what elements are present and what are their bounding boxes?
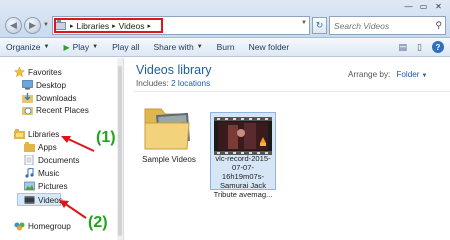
burn-button[interactable]: Burn xyxy=(217,42,235,52)
apps-icon xyxy=(24,142,35,152)
search-input[interactable] xyxy=(330,17,430,34)
command-bar: Organize ▼ ▶ Play ▼ Play all Share with ▼ Bu… xyxy=(0,38,450,57)
maximize-icon[interactable]: ▭ xyxy=(418,2,429,11)
chevron-down-icon: ▼ xyxy=(43,44,50,50)
music-icon xyxy=(25,168,34,178)
nav-scrollbar[interactable] xyxy=(117,58,123,240)
address-dropdown-icon[interactable]: ▼ xyxy=(301,20,307,26)
annotation-red-box xyxy=(54,18,163,33)
organize-label: Organize xyxy=(6,42,41,52)
video-thumbnail-icon xyxy=(214,117,272,155)
nav-item-libraries[interactable]: Libraries xyxy=(14,128,59,140)
back-button[interactable]: ◀ xyxy=(5,17,22,34)
search-box[interactable]: ⚲ xyxy=(329,16,446,35)
header-divider xyxy=(134,91,450,92)
play-label: Play xyxy=(72,42,90,52)
nav-item-desktop[interactable]: Desktop xyxy=(22,79,66,91)
nav-item-music[interactable]: Music xyxy=(24,167,59,179)
chevron-down-icon[interactable]: ▼ xyxy=(422,73,428,79)
nav-label: Music xyxy=(38,168,60,178)
nav-label: Downloads xyxy=(36,93,77,103)
star-icon xyxy=(14,67,25,77)
address-bar[interactable]: ▸ Libraries ▸ Videos ▸ ▼ xyxy=(52,16,310,35)
view-controls: ▤ ▯ ? xyxy=(399,41,444,53)
help-icon[interactable]: ? xyxy=(432,41,444,53)
view-options-icon[interactable]: ▤ xyxy=(399,42,408,53)
item-label: vlc-record-2015-07-07-16h19m07s-Samurai … xyxy=(213,154,273,199)
nav-label: Documents xyxy=(38,155,80,165)
nav-label: Libraries xyxy=(28,129,60,139)
organize-button[interactable]: Organize ▼ xyxy=(6,42,49,52)
homegroup-icon xyxy=(14,222,25,231)
title-bar: — ▭ ✕ ◀ ▶ ▼ ▸ Libraries ▸ Videos ▸ ▼ ↻ ⚲ xyxy=(0,0,450,38)
refresh-button[interactable]: ↻ xyxy=(312,17,327,34)
new-folder-button[interactable]: New folder xyxy=(249,42,290,52)
nav-label: Recent Places xyxy=(36,105,89,115)
includes-label: Includes: xyxy=(136,79,169,88)
window-controls: — ▭ ✕ xyxy=(403,2,444,11)
arrange-label: Arrange by: xyxy=(348,70,391,79)
nav-item-pictures[interactable]: Pictures xyxy=(24,180,68,192)
nav-item-downloads[interactable]: Downloads xyxy=(22,92,77,104)
nav-item-homegroup[interactable]: Homegroup xyxy=(14,220,71,232)
nav-scroll-thumb[interactable] xyxy=(118,66,122,236)
nav-item-favorites[interactable]: Favorites xyxy=(14,66,62,78)
nav-label: Favorites xyxy=(28,67,62,77)
pictures-icon xyxy=(24,181,35,191)
desktop-icon xyxy=(22,80,33,90)
nav-label: Desktop xyxy=(36,80,67,90)
chevron-down-icon: ▼ xyxy=(196,44,203,50)
play-all-label: Play all xyxy=(112,42,140,52)
annotation-arrow-2 xyxy=(59,200,87,219)
nav-label: Homegroup xyxy=(28,221,71,231)
videos-icon xyxy=(24,196,35,204)
locations-link[interactable]: 2 locations xyxy=(171,79,210,88)
new-folder-label: New folder xyxy=(248,42,290,52)
arrange-by: Arrange by: Folder ▼ xyxy=(348,70,428,79)
nav-label: Apps xyxy=(38,142,57,152)
downloads-icon xyxy=(22,93,33,103)
chevron-down-icon: ▼ xyxy=(92,44,99,50)
folder-icon xyxy=(144,108,190,150)
play-icon: ▶ xyxy=(63,42,70,52)
play-all-button[interactable]: Play all xyxy=(112,42,139,52)
close-icon[interactable]: ✕ xyxy=(433,2,444,11)
libraries-icon xyxy=(14,129,25,139)
share-with-button[interactable]: Share with ▼ xyxy=(154,42,203,52)
item-label: Sample Videos xyxy=(142,155,196,164)
annotation-arrow-1 xyxy=(61,136,95,152)
recent-places-icon xyxy=(22,107,33,115)
minimize-icon[interactable]: — xyxy=(403,2,414,11)
play-button[interactable]: ▶ Play ▼ xyxy=(63,42,98,52)
nav-label: Pictures xyxy=(38,181,68,191)
arrange-by-dropdown[interactable]: Folder xyxy=(396,70,419,79)
library-title: Videos library xyxy=(136,63,212,77)
share-with-label: Share with xyxy=(153,42,194,52)
nav-item-recent-places[interactable]: Recent Places xyxy=(22,104,89,116)
documents-icon xyxy=(24,155,34,165)
search-icon[interactable]: ⚲ xyxy=(435,20,442,31)
library-includes: Includes: 2 locations xyxy=(136,79,210,88)
preview-pane-icon[interactable]: ▯ xyxy=(417,42,422,53)
nav-item-apps[interactable]: Apps xyxy=(24,141,57,153)
annotation-label-2: (2) xyxy=(88,214,108,231)
nav-item-documents[interactable]: Documents xyxy=(24,154,79,166)
burn-label: Burn xyxy=(216,42,235,52)
annotation-label-1: (1) xyxy=(96,129,116,146)
forward-button[interactable]: ▶ xyxy=(24,17,41,34)
recent-pages-dropdown-icon[interactable]: ▼ xyxy=(43,22,49,28)
